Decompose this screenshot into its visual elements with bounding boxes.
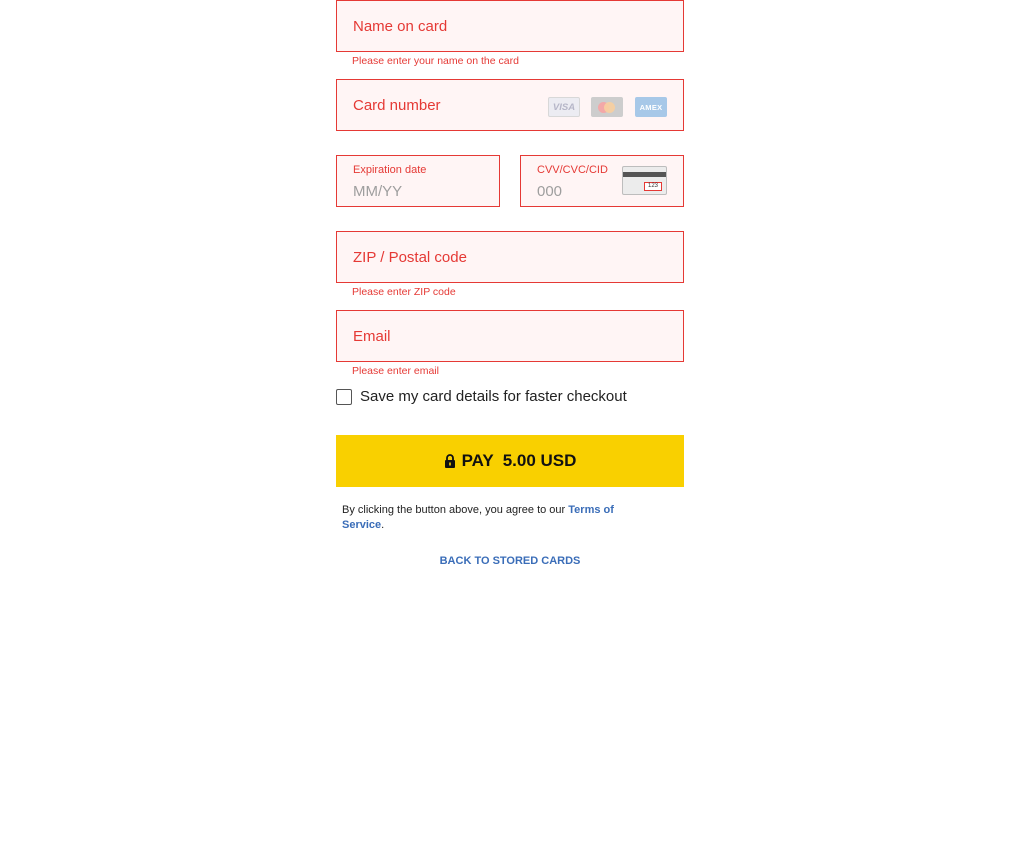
name-error-message: Please enter your name on the card <box>352 55 519 67</box>
card-number-placeholder: Card number <box>353 97 441 114</box>
amex-icon: AMEX <box>635 97 667 117</box>
terms-prefix: By clicking the button above, you agree … <box>342 504 569 516</box>
pay-button[interactable]: PAY 5.00 USD <box>336 435 684 487</box>
expiration-date-label: Expiration date <box>353 164 427 176</box>
zip-code-field[interactable]: ZIP / Postal code <box>336 231 684 283</box>
cvv-field[interactable]: CVV/CVC/CID 000 123 <box>520 155 684 207</box>
expiration-date-field[interactable]: Expiration date MM/YY <box>336 155 500 207</box>
terms-suffix: . <box>381 519 385 531</box>
zip-error-message: Please enter ZIP code <box>352 286 456 298</box>
pay-button-label: PAY <box>461 451 494 470</box>
expiration-date-placeholder: MM/YY <box>353 183 403 200</box>
mastercard-icon <box>591 97 623 117</box>
back-to-stored-cards-link[interactable]: BACK TO STORED CARDS <box>336 555 684 567</box>
cvv-placeholder: 000 <box>537 183 563 200</box>
email-field[interactable]: Email <box>336 310 684 362</box>
zip-code-placeholder: ZIP / Postal code <box>353 249 467 266</box>
email-error-message: Please enter email <box>352 365 439 377</box>
terms-notice: By clicking the button above, you agree … <box>342 503 652 533</box>
pay-amount: 5.00 USD <box>502 451 577 470</box>
card-number-field[interactable]: Card number VISA AMEX <box>336 79 684 131</box>
email-placeholder: Email <box>353 328 391 345</box>
name-on-card-field[interactable]: Name on card <box>336 0 684 52</box>
cvv-label: CVV/CVC/CID <box>537 164 608 176</box>
save-card-label[interactable]: Save my card details for faster checkout <box>360 388 627 405</box>
save-card-row: Save my card details for faster checkout <box>336 388 627 405</box>
card-back-cvv-icon: 123 <box>622 166 667 195</box>
save-card-checkbox[interactable] <box>336 388 352 405</box>
lock-icon <box>444 454 455 468</box>
visa-icon: VISA <box>548 97 580 117</box>
name-on-card-placeholder: Name on card <box>353 18 448 35</box>
